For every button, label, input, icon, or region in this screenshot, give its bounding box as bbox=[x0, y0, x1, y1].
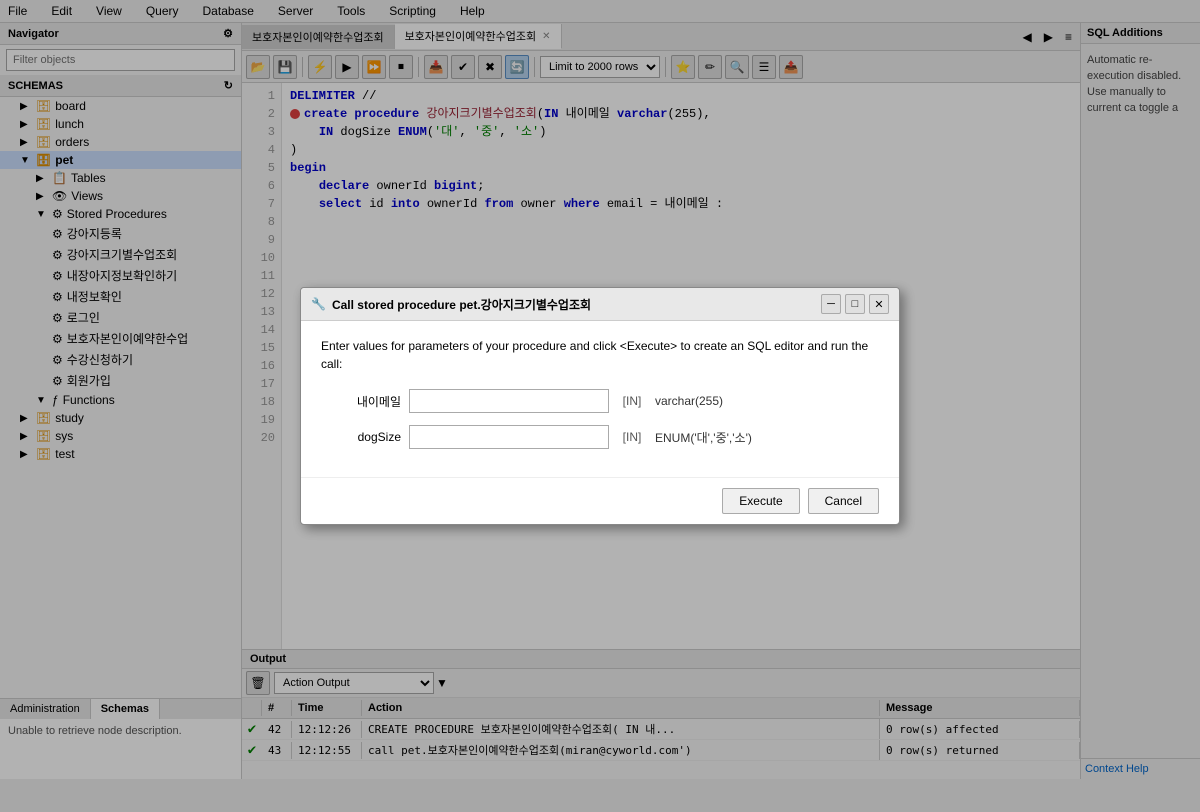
modal-title: 🔧 Call stored procedure pet.강아지크기별수업조회 bbox=[311, 296, 591, 313]
modal-titlebar: 🔧 Call stored procedure pet.강아지크기별수업조회 ─… bbox=[301, 288, 899, 321]
param-type-0: varchar(255) bbox=[655, 394, 723, 408]
param-bracket-0: [IN] bbox=[617, 394, 647, 408]
param-row-1: dogSize [IN] ENUM('대','중','소') bbox=[321, 425, 879, 449]
execute-button[interactable]: Execute bbox=[722, 488, 799, 514]
modal-title-text: Call stored procedure pet.강아지크기별수업조회 bbox=[332, 296, 591, 313]
param-row-0: 내이메일 [IN] varchar(255) bbox=[321, 389, 879, 413]
param-bracket-1: [IN] bbox=[617, 430, 647, 444]
cancel-button[interactable]: Cancel bbox=[808, 488, 879, 514]
modal-title-icon: 🔧 bbox=[311, 297, 326, 311]
param-label-1: dogSize bbox=[321, 430, 401, 444]
modal-maximize-btn[interactable]: □ bbox=[845, 294, 865, 314]
modal-minimize-btn[interactable]: ─ bbox=[821, 294, 841, 314]
modal-dialog: 🔧 Call stored procedure pet.강아지크기별수업조회 ─… bbox=[300, 287, 900, 525]
param-type-1: ENUM('대','중','소') bbox=[655, 429, 752, 446]
modal-description: Enter values for parameters of your proc… bbox=[321, 337, 879, 373]
modal-footer: Execute Cancel bbox=[301, 477, 899, 524]
modal-body: Enter values for parameters of your proc… bbox=[301, 321, 899, 477]
modal-overlay[interactable]: 🔧 Call stored procedure pet.강아지크기별수업조회 ─… bbox=[0, 0, 1200, 812]
param-input-1[interactable] bbox=[409, 425, 609, 449]
modal-controls: ─ □ ✕ bbox=[821, 294, 889, 314]
param-input-0[interactable] bbox=[409, 389, 609, 413]
modal-close-btn[interactable]: ✕ bbox=[869, 294, 889, 314]
param-label-0: 내이메일 bbox=[321, 393, 401, 410]
